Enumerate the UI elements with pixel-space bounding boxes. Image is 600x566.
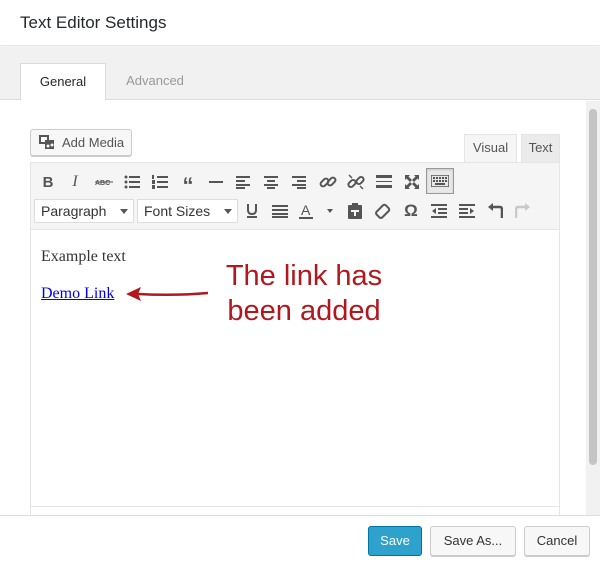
tab-text-mode[interactable]: Text <box>521 134 560 162</box>
read-more-icon <box>376 175 392 189</box>
toolbar-toggle-icon <box>431 175 449 187</box>
numbered-list-icon <box>152 175 168 189</box>
special-character-icon: Ω <box>404 201 418 220</box>
italic-icon: I <box>72 173 78 190</box>
text-color-button[interactable]: A <box>296 199 336 223</box>
outdent-button[interactable] <box>427 199 451 223</box>
dialog-header: Text Editor Settings <box>0 0 600 46</box>
scrollbar-thumb[interactable] <box>589 109 597 465</box>
align-right-button[interactable] <box>287 170 311 194</box>
paste-text-button[interactable] <box>343 199 367 223</box>
redo-button[interactable] <box>511 199 535 223</box>
align-left-icon <box>236 175 250 189</box>
bullet-list-icon <box>124 175 140 189</box>
bullet-list-button[interactable] <box>120 170 144 194</box>
strikethrough-icon: ABC <box>95 177 113 187</box>
save-button[interactable]: Save <box>368 526 422 556</box>
tab-general[interactable]: General <box>20 63 106 101</box>
annotation-line-1: The link has <box>225 260 383 292</box>
annotation-line-2: been added <box>227 295 381 327</box>
chevron-down-icon <box>224 209 232 214</box>
align-right-icon <box>292 175 306 189</box>
toolbar-toggle-button[interactable] <box>426 168 454 194</box>
tab-advanced[interactable]: Advanced <box>110 63 200 101</box>
font-size-select[interactable]: Font Sizes <box>137 199 238 223</box>
add-media-button[interactable]: Add Media <box>30 129 132 156</box>
format-select-value: Paragraph <box>41 203 107 219</box>
cancel-button[interactable]: Cancel <box>524 526 590 556</box>
insert-link-icon <box>319 173 337 191</box>
paste-text-icon <box>347 203 363 219</box>
undo-icon <box>487 203 503 219</box>
strikethrough-button[interactable]: ABC <box>92 170 116 194</box>
tab-visual-mode[interactable]: Visual <box>464 134 517 162</box>
undo-button[interactable] <box>483 199 507 223</box>
editor-paragraph[interactable]: Example text <box>41 248 126 266</box>
text-color-icon: A <box>298 203 334 219</box>
fullscreen-icon <box>404 174 420 190</box>
outdent-icon <box>431 204 447 218</box>
clear-formatting-icon <box>375 203 391 219</box>
demo-link[interactable]: Demo Link <box>41 285 114 303</box>
blockquote-button[interactable]: “ <box>176 170 200 198</box>
redo-icon <box>515 203 531 219</box>
indent-button[interactable] <box>455 199 479 223</box>
editor-statusbar <box>31 506 559 515</box>
vertical-scrollbar[interactable] <box>586 101 600 515</box>
horizontal-rule-icon <box>209 180 223 184</box>
justify-icon <box>272 204 288 218</box>
align-center-icon <box>264 175 278 189</box>
read-more-button[interactable] <box>372 170 396 194</box>
underline-button[interactable] <box>240 199 264 223</box>
add-media-label: Add Media <box>62 135 125 150</box>
horizontal-rule-button[interactable] <box>204 170 228 194</box>
special-character-button[interactable]: Ω <box>399 199 423 223</box>
remove-link-button[interactable] <box>344 170 368 194</box>
font-size-select-value: Font Sizes <box>144 203 211 219</box>
clear-formatting-button[interactable] <box>371 199 395 223</box>
tab-bar: General Advanced <box>0 47 600 101</box>
italic-button[interactable]: I <box>63 170 87 194</box>
svg-text:A: A <box>301 203 311 218</box>
annotation-text: The link has been added <box>204 259 404 329</box>
align-left-button[interactable] <box>231 170 255 194</box>
align-center-button[interactable] <box>259 170 283 194</box>
bold-button[interactable]: B <box>36 170 60 194</box>
remove-link-icon <box>347 173 365 191</box>
dialog-title: Text Editor Settings <box>20 13 167 32</box>
numbered-list-button[interactable] <box>148 170 172 194</box>
format-select[interactable]: Paragraph <box>34 199 134 223</box>
bold-icon: B <box>42 173 54 191</box>
svg-text:ABC: ABC <box>95 180 110 187</box>
indent-icon <box>459 204 475 218</box>
blockquote-icon: “ <box>182 173 194 198</box>
annotation-arrow-icon <box>126 287 208 301</box>
save-as-button[interactable]: Save As... <box>430 526 516 556</box>
media-icon <box>39 135 57 151</box>
fullscreen-button[interactable] <box>400 170 424 194</box>
insert-link-button[interactable] <box>316 170 340 194</box>
underline-icon <box>246 204 258 218</box>
justify-button[interactable] <box>268 199 292 223</box>
chevron-down-icon <box>120 209 128 214</box>
